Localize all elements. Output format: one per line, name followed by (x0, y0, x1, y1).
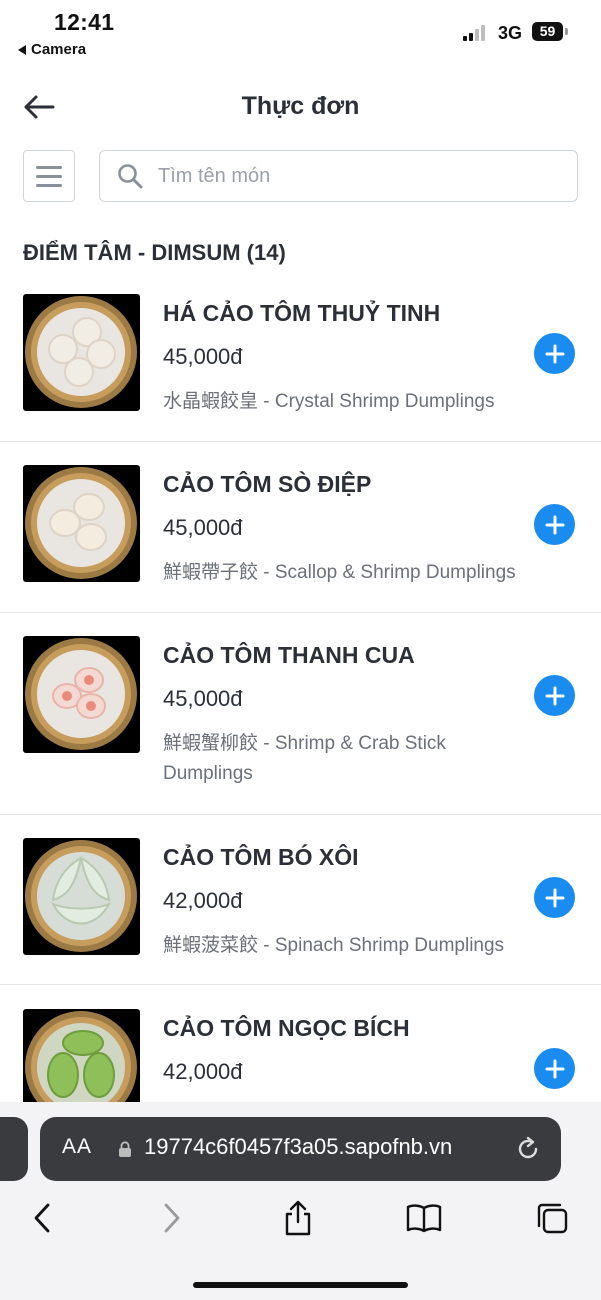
item-description: 鮮蝦菠菜餃 - Spinach Shrimp Dumplings (163, 935, 505, 956)
bookmarks-button[interactable] (404, 1198, 444, 1238)
back-arrow-icon[interactable] (22, 92, 56, 122)
reload-icon[interactable] (514, 1135, 542, 1163)
plus-icon (545, 888, 564, 907)
signal-icon (463, 25, 485, 41)
browser-back-button[interactable] (22, 1198, 62, 1238)
item-price: 45,000đ (163, 515, 243, 540)
item-price: 45,000đ (163, 344, 243, 369)
item-name: CẢO TÔM BÓ XÔI (163, 844, 359, 870)
search-input[interactable] (158, 164, 538, 188)
dish-image (23, 636, 140, 753)
item-price: 42,000đ (163, 888, 243, 913)
status-time: 12:41 (54, 9, 115, 35)
add-to-cart-button[interactable] (534, 877, 575, 918)
item-price: 42,000đ (163, 1059, 243, 1084)
plus-icon (545, 515, 564, 534)
item-name: CẢO TÔM NGỌC BÍCH (163, 1015, 410, 1041)
lock-icon (119, 1141, 131, 1157)
chevron-left-icon (34, 1203, 50, 1233)
menu-item[interactable]: CẢO TÔM THANH CUA 45,000đ 鮮蝦蟹柳餃 - Shrimp… (0, 613, 601, 815)
menu-item[interactable]: HÁ CẢO TÔM THUỶ TINH 45,000đ 水晶蝦餃皇 - Cry… (0, 272, 601, 442)
share-button[interactable] (278, 1198, 318, 1238)
plus-icon (545, 1059, 564, 1078)
menu-item[interactable]: CẢO TÔM BÓ XÔI 42,000đ 鮮蝦菠菜餃 - Spinach S… (0, 815, 601, 985)
item-name: CẢO TÔM THANH CUA (163, 642, 415, 668)
hamburger-line (36, 174, 62, 178)
back-app-label: Camera (31, 41, 87, 58)
home-indicator (193, 1282, 408, 1288)
item-description: 水晶蝦餃皇 - Crystal Shrimp Dumplings (163, 391, 495, 412)
search-box[interactable] (99, 150, 578, 202)
page-title: Thực đơn (241, 92, 360, 120)
tabs-button[interactable] (532, 1198, 572, 1238)
category-menu-button[interactable] (23, 150, 75, 202)
add-to-cart-button[interactable] (534, 675, 575, 716)
back-to-app-link[interactable]: Camera (18, 41, 86, 58)
add-to-cart-button[interactable] (534, 333, 575, 374)
item-description: 鮮蝦帶子餃 - Scallop & Shrimp Dumplings (163, 562, 516, 583)
dish-image (23, 465, 140, 582)
previous-tab-peek[interactable] (0, 1117, 28, 1181)
item-name: HÁ CẢO TÔM THUỶ TINH (163, 300, 441, 326)
book-icon (406, 1204, 442, 1233)
reader-settings-button[interactable]: AA (62, 1135, 92, 1159)
add-to-cart-button[interactable] (534, 504, 575, 545)
share-icon (285, 1200, 311, 1236)
hamburger-line (36, 183, 62, 187)
item-description: 鮮蝦蟹柳餃 - Shrimp & Crab Stick Dumplings (163, 733, 446, 784)
battery-icon: 59 (532, 22, 563, 41)
plus-icon (545, 344, 564, 363)
dish-image (23, 294, 140, 411)
hamburger-line (36, 165, 62, 169)
item-price: 45,000đ (163, 686, 243, 711)
back-triangle-icon (18, 44, 26, 55)
browser-forward-button[interactable] (152, 1198, 192, 1238)
item-name: CẢO TÔM SÒ ĐIỆP (163, 471, 372, 497)
plus-icon (545, 686, 564, 705)
tabs-icon (537, 1203, 568, 1234)
chevron-right-icon (164, 1203, 180, 1233)
add-to-cart-button[interactable] (534, 1048, 575, 1089)
search-icon (118, 164, 143, 189)
battery-tip (565, 28, 568, 35)
network-type: 3G (498, 23, 523, 43)
status-bar: 12:41 Camera 3G 59 (0, 0, 601, 66)
url-text: 19774c6f0457f3a05.sapofnb.vn (144, 1134, 453, 1159)
category-title: ĐIỂM TÂM - DIMSUM (14) (23, 240, 286, 265)
dish-image (23, 838, 140, 955)
menu-item[interactable]: CẢO TÔM SÒ ĐIỆP 45,000đ 鮮蝦帶子餃 - Scallop … (0, 442, 601, 613)
address-bar[interactable]: AA 19774c6f0457f3a05.sapofnb.vn (40, 1117, 561, 1181)
